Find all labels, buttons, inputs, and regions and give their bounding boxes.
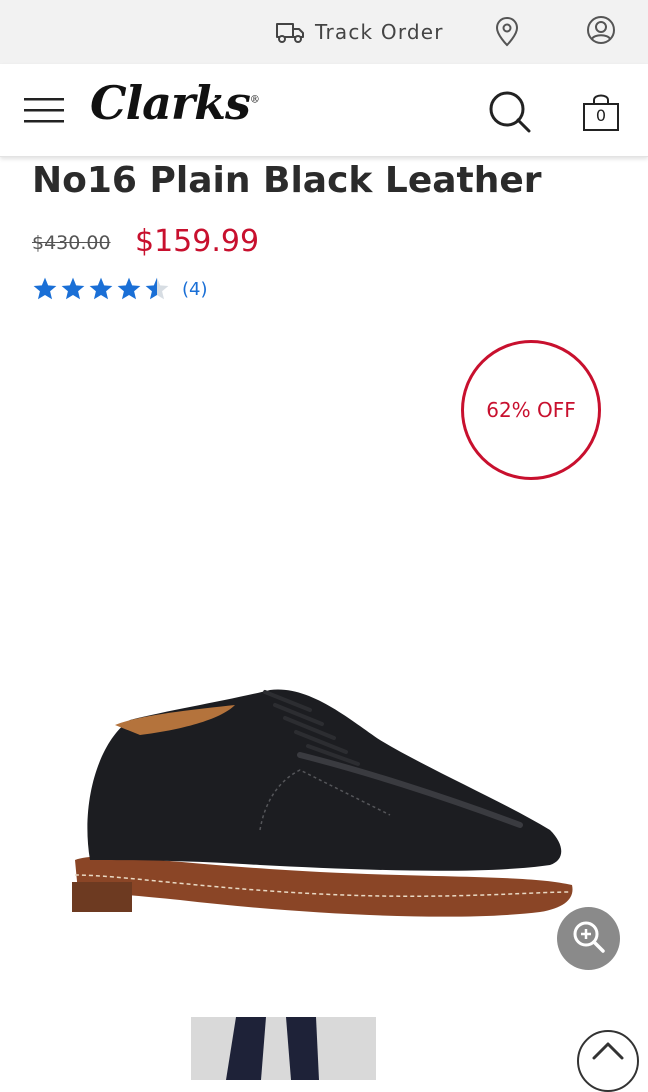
discount-badge-text: 62% OFF <box>486 398 576 422</box>
location-pin-icon[interactable] <box>494 16 520 52</box>
product-image[interactable] <box>60 660 580 964</box>
search-icon[interactable] <box>488 90 532 138</box>
utility-bar: Track Order <box>0 0 648 64</box>
hamburger-menu-icon[interactable] <box>24 97 64 129</box>
track-order-link[interactable]: Track Order <box>275 14 444 50</box>
truck-icon <box>275 20 305 44</box>
sale-price: $159.99 <box>135 224 260 259</box>
star-icon <box>117 277 141 300</box>
site-header: Clarks® 0 <box>0 64 648 157</box>
logo-registered-mark: ® <box>249 94 260 106</box>
star-icon <box>33 277 57 300</box>
product-thumbnail[interactable] <box>191 1017 376 1080</box>
star-icon <box>61 277 85 300</box>
chevron-up-icon <box>588 1032 628 1066</box>
rating-stars[interactable]: (4) <box>32 276 208 302</box>
zoom-in-icon <box>571 919 607 959</box>
logo-text: Clarks <box>90 76 251 130</box>
zoom-in-button[interactable] <box>557 907 620 970</box>
star-row <box>32 276 172 302</box>
account-icon[interactable] <box>585 14 617 50</box>
review-count[interactable]: (4) <box>182 279 208 300</box>
track-order-label: Track Order <box>315 20 444 44</box>
discount-badge: 62% OFF <box>461 340 601 480</box>
original-price: $430.00 <box>32 232 111 254</box>
star-icon <box>145 277 169 300</box>
scroll-to-top-button[interactable] <box>577 1030 639 1092</box>
star-icon <box>89 277 113 300</box>
product-title: No16 Plain Black Leather <box>32 160 542 201</box>
clarks-logo[interactable]: Clarks® <box>90 76 260 130</box>
shopping-bag-icon[interactable]: 0 <box>582 92 620 136</box>
bag-count: 0 <box>595 106 607 125</box>
